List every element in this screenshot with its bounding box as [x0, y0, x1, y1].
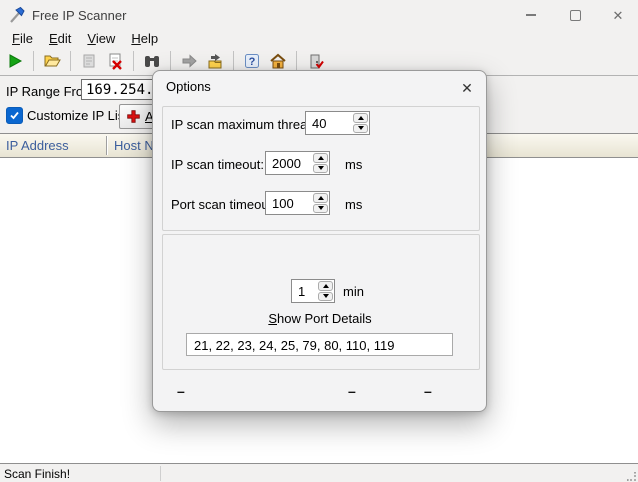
menu-help[interactable]: Help	[123, 31, 166, 46]
resize-grip[interactable]	[627, 472, 637, 482]
footer-dash-mark[interactable]: –	[177, 383, 185, 399]
port-timeout-label: Port scan timeout:	[171, 197, 276, 212]
footer-dash-mark[interactable]: –	[424, 383, 432, 399]
close-button[interactable]: ✕	[598, 0, 638, 30]
minimize-button[interactable]	[508, 0, 553, 30]
check-icon	[9, 110, 20, 121]
spin-up-button[interactable]	[353, 113, 368, 123]
window-title: Free IP Scanner	[32, 8, 126, 23]
toolbar-separator	[233, 51, 234, 71]
menu-view[interactable]: View	[79, 31, 123, 46]
arrow-up-icon	[323, 284, 329, 288]
save-results-button[interactable]	[204, 50, 226, 72]
minimize-icon	[526, 14, 536, 16]
save-results-icon	[206, 52, 224, 70]
max-threads-value[interactable]: 40	[306, 112, 352, 134]
start-scan-icon	[6, 52, 24, 70]
arrow-down-icon	[318, 166, 324, 170]
toolbar-separator	[170, 51, 171, 71]
max-threads-label: IP scan maximum threads:	[171, 117, 325, 132]
find-icon	[143, 52, 161, 70]
ip-timeout-label: IP scan timeout:	[171, 157, 264, 172]
rescan-interval-unit: min	[343, 284, 364, 299]
toolbar-separator	[296, 51, 297, 71]
help-button[interactable]: ?	[241, 50, 263, 72]
rescan-interval-spinner[interactable]: 1	[291, 279, 335, 303]
customize-ip-list-checkbox[interactable]	[6, 107, 23, 124]
app-icon	[8, 6, 26, 24]
delete-button[interactable]	[104, 50, 126, 72]
dialog-close-button[interactable]: ✕	[455, 77, 479, 99]
arrow-down-icon	[323, 294, 329, 298]
port-timeout-value[interactable]: 100	[266, 192, 312, 214]
spin-buttons	[352, 112, 369, 134]
spin-up-button[interactable]	[313, 153, 328, 163]
arrow-up-icon	[318, 156, 324, 160]
close-icon: ✕	[613, 9, 624, 22]
spin-down-button[interactable]	[318, 292, 333, 302]
status-bar: Scan Finish!	[0, 463, 638, 482]
show-port-details-label: Show Port Details	[162, 311, 478, 326]
exit-icon	[306, 52, 324, 70]
forward-icon	[180, 52, 198, 70]
rescan-interval-value[interactable]: 1	[292, 280, 317, 302]
plus-icon	[126, 109, 141, 124]
export-icon	[80, 52, 98, 70]
spin-buttons	[317, 280, 334, 302]
status-message: Scan Finish!	[4, 467, 70, 481]
spin-down-button[interactable]	[353, 124, 368, 134]
exit-button[interactable]	[304, 50, 326, 72]
customize-ip-list-label: Customize IP List	[27, 108, 128, 123]
spin-up-button[interactable]	[318, 281, 333, 291]
ip-timeout-unit: ms	[345, 157, 362, 172]
spin-up-button[interactable]	[313, 193, 328, 203]
column-ip-address[interactable]: IP Address	[0, 134, 106, 157]
toolbar-separator	[133, 51, 134, 71]
ports-list-input[interactable]: 21, 22, 23, 24, 25, 79, 80, 110, 119	[186, 333, 453, 356]
start-scan-button[interactable]	[4, 50, 26, 72]
column-separator[interactable]	[106, 136, 107, 155]
ip-timeout-value[interactable]: 2000	[266, 152, 312, 174]
app-window: Free IP Scanner ✕ File Edit View Help	[0, 0, 638, 482]
home-button[interactable]	[267, 50, 289, 72]
ip-timeout-spinner[interactable]: 2000	[265, 151, 330, 175]
dialog-close-icon: ✕	[461, 80, 473, 97]
help-icon: ?	[243, 52, 261, 70]
port-timeout-unit: ms	[345, 197, 362, 212]
status-pane-separator	[160, 466, 161, 481]
spin-down-button[interactable]	[313, 204, 328, 214]
arrow-down-icon	[318, 206, 324, 210]
home-icon	[269, 52, 287, 70]
find-button[interactable]	[141, 50, 163, 72]
spin-down-button[interactable]	[313, 164, 328, 174]
export-button-disabled	[78, 50, 100, 72]
maximize-icon	[570, 10, 581, 21]
forward-button-disabled	[178, 50, 200, 72]
svg-text:?: ?	[249, 56, 256, 68]
menu-file[interactable]: File	[4, 31, 41, 46]
options-dialog: Options ✕ IP scan maximum threads: 40 IP…	[152, 70, 487, 412]
open-file-button[interactable]	[41, 50, 63, 72]
maximize-button[interactable]	[553, 0, 598, 30]
title-bar: Free IP Scanner ✕	[0, 0, 638, 30]
spin-buttons	[312, 152, 329, 174]
menu-edit[interactable]: Edit	[41, 31, 79, 46]
footer-dash-mark[interactable]: –	[348, 383, 356, 399]
arrow-up-icon	[318, 196, 324, 200]
toolbar-separator	[33, 51, 34, 71]
arrow-down-icon	[358, 126, 364, 130]
menu-bar: File Edit View Help	[0, 30, 638, 47]
spin-buttons	[312, 192, 329, 214]
arrow-up-icon	[358, 116, 364, 120]
port-timeout-spinner[interactable]: 100	[265, 191, 330, 215]
dialog-title: Options	[166, 79, 211, 94]
toolbar-separator	[70, 51, 71, 71]
delete-icon	[106, 52, 124, 70]
max-threads-spinner[interactable]: 40	[305, 111, 370, 135]
open-file-icon	[43, 52, 61, 70]
